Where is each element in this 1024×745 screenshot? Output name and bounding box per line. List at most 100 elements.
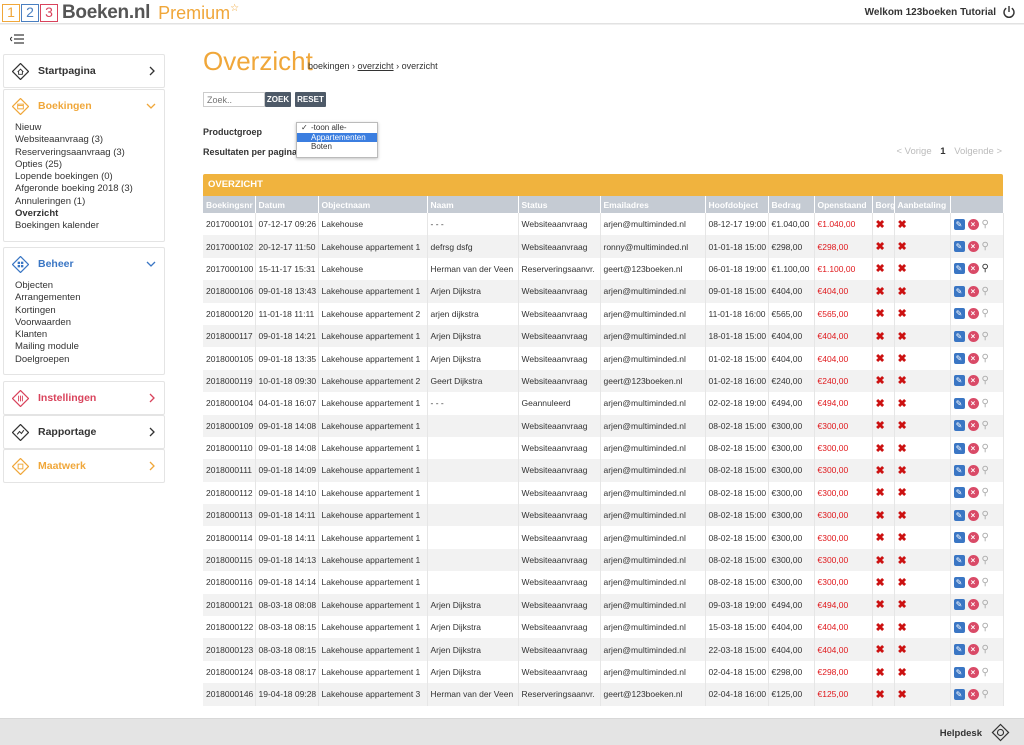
pager-prev[interactable]: < Vorige: [896, 146, 931, 157]
attachment-icon[interactable]: ⚲: [982, 599, 989, 610]
submenu-item-reserveringsaanvraag[interactable]: Reserveringsaanvraag (3): [15, 147, 164, 159]
table-row[interactable]: 2018000109 09-01-18 14:08 Lakehouse appart…: [203, 414, 1004, 437]
submenu-item-objecten[interactable]: Objecten: [15, 280, 164, 292]
edit-icon[interactable]: ✎: [953, 353, 965, 365]
attachment-icon[interactable]: ⚲: [982, 219, 989, 230]
edit-icon[interactable]: ✎: [953, 509, 965, 521]
table-row[interactable]: 2018000112 09-01-18 14:10 Lakehouse appart…: [203, 481, 1004, 505]
sidebar-item-boekingen[interactable]: Boekingen: [4, 90, 164, 122]
column-header[interactable]: Hoofdobject: [705, 196, 769, 213]
table-row[interactable]: 2018000113 09-01-18 14:11 Lakehouse appart…: [203, 504, 1004, 527]
submenu-item-websiteaanvraag[interactable]: Websiteaanvraag (3): [15, 134, 164, 146]
productgroep-dropdown[interactable]: ✓ -toon alle- Appartementen Boten: [296, 122, 378, 158]
column-header[interactable]: Datum: [255, 196, 319, 213]
column-header[interactable]: Aanbetaling: [894, 196, 951, 213]
attachment-icon[interactable]: ⚲: [982, 510, 989, 521]
delete-icon[interactable]: ×: [967, 666, 979, 678]
dropdown-option[interactable]: ✓ -toon alle-: [297, 123, 377, 133]
delete-icon[interactable]: ×: [967, 554, 979, 566]
edit-icon[interactable]: ✎: [953, 599, 965, 611]
edit-icon[interactable]: ✎: [953, 464, 965, 476]
dropdown-option[interactable]: Boten: [297, 142, 377, 152]
submenu-item-arrangementen[interactable]: Arrangementen: [15, 292, 164, 304]
attachment-icon[interactable]: ⚲: [982, 622, 989, 633]
column-header[interactable]: Openstaand: [814, 196, 873, 213]
submenu-item-boekingen-kalender[interactable]: Boekingen kalender: [15, 220, 164, 232]
sidebar-item-beheer[interactable]: Beheer: [4, 248, 164, 280]
delete-icon[interactable]: ×: [967, 308, 979, 320]
table-row[interactable]: 2018000114 09-01-18 14:11 Lakehouse appart…: [203, 526, 1004, 549]
attachment-icon[interactable]: ⚲: [982, 398, 989, 409]
column-header[interactable]: [950, 196, 1004, 213]
delete-icon[interactable]: ×: [967, 688, 979, 700]
delete-icon[interactable]: ×: [967, 218, 979, 230]
edit-icon[interactable]: ✎: [953, 442, 965, 454]
table-row[interactable]: 2018000117 09-01-18 14:21 Lakehouse appart…: [203, 324, 1004, 348]
delete-icon[interactable]: ×: [967, 263, 979, 275]
attachment-icon[interactable]: ⚲: [982, 644, 989, 655]
submenu-item-kortingen[interactable]: Kortingen: [15, 305, 164, 317]
submenu-item-mailing-module[interactable]: Mailing module: [15, 341, 164, 353]
attachment-icon[interactable]: ⚲: [982, 577, 989, 588]
attachment-icon[interactable]: ⚲: [982, 375, 989, 386]
column-header[interactable]: Naam: [427, 196, 519, 213]
delete-icon[interactable]: ×: [967, 285, 979, 297]
column-header[interactable]: Emailadres: [600, 196, 706, 213]
table-row[interactable]: 2018000120 11-01-18 11:11 Lakehouse appart…: [203, 302, 1004, 325]
edit-icon[interactable]: ✎: [953, 532, 965, 544]
delete-icon[interactable]: ×: [967, 464, 979, 476]
search-button[interactable]: ZOEK: [265, 92, 291, 107]
table-row[interactable]: 2018000115 09-01-18 14:13 Lakehouse appart…: [203, 548, 1004, 572]
delete-icon[interactable]: ×: [967, 375, 979, 387]
delete-icon[interactable]: ×: [967, 241, 979, 253]
sidebar-item-instellingen[interactable]: Instellingen: [4, 382, 164, 414]
edit-icon[interactable]: ✎: [953, 487, 965, 499]
attachment-icon[interactable]: ⚲: [982, 353, 989, 364]
submenu-item-opties[interactable]: Opties (25): [15, 159, 164, 171]
column-header[interactable]: Borg: [872, 196, 895, 213]
attachment-icon[interactable]: ⚲: [982, 443, 989, 454]
delete-icon[interactable]: ×: [967, 599, 979, 611]
table-row[interactable]: 2018000105 09-01-18 13:35 Lakehouse appart…: [203, 347, 1004, 370]
search-input[interactable]: [203, 92, 265, 107]
edit-icon[interactable]: ✎: [953, 554, 965, 566]
submenu-item-afgeronde-boeking[interactable]: Afgeronde boeking 2018 (3): [15, 183, 164, 195]
attachment-icon[interactable]: ⚲: [982, 532, 989, 543]
table-row[interactable]: 2018000116 09-01-18 14:14 Lakehouse appart…: [203, 571, 1004, 594]
attachment-icon[interactable]: ⚲: [982, 331, 989, 342]
table-row[interactable]: 2018000111 09-01-18 14:09 Lakehouse appart…: [203, 459, 1004, 482]
reset-button[interactable]: RESET: [295, 92, 326, 107]
table-row[interactable]: 2018000121 08-03-18 08:08 Lakehouse appart…: [203, 593, 1004, 617]
edit-icon[interactable]: ✎: [953, 644, 965, 656]
table-row[interactable]: 2018000122 08-03-18 08:15 Lakehouse appart…: [203, 616, 1004, 639]
edit-icon[interactable]: ✎: [953, 308, 965, 320]
edit-icon[interactable]: ✎: [953, 666, 965, 678]
power-icon[interactable]: [1002, 5, 1016, 19]
pager-next[interactable]: Volgende >: [954, 146, 1002, 157]
attachment-icon[interactable]: ⚲: [982, 263, 989, 274]
sidebar-item-maatwerk[interactable]: Maatwerk: [4, 450, 164, 482]
submenu-item-annuleringen[interactable]: Annuleringen (1): [15, 196, 164, 208]
column-header[interactable]: Bedrag: [768, 196, 815, 213]
attachment-icon[interactable]: ⚲: [982, 465, 989, 476]
attachment-icon[interactable]: ⚲: [982, 308, 989, 319]
edit-icon[interactable]: ✎: [953, 241, 965, 253]
table-row[interactable]: 2018000110 09-01-18 14:08 Lakehouse appart…: [203, 436, 1004, 460]
delete-icon[interactable]: ×: [967, 644, 979, 656]
menu-toggle-icon[interactable]: [10, 33, 24, 45]
edit-icon[interactable]: ✎: [953, 263, 965, 275]
sidebar-item-startpagina[interactable]: Startpagina: [4, 55, 164, 87]
helpdesk-icon[interactable]: [991, 723, 1010, 742]
edit-icon[interactable]: ✎: [953, 688, 965, 700]
table-row[interactable]: 2018000123 08-03-18 08:15 Lakehouse appart…: [203, 638, 1004, 661]
breadcrumb-item[interactable]: boekingen: [308, 61, 350, 71]
delete-icon[interactable]: ×: [967, 621, 979, 633]
delete-icon[interactable]: ×: [967, 420, 979, 432]
edit-icon[interactable]: ✎: [953, 397, 965, 409]
table-row[interactable]: 2017000102 20-12-17 11:50 Lakehouse appart…: [203, 235, 1004, 258]
edit-icon[interactable]: ✎: [953, 330, 965, 342]
attachment-icon[interactable]: ⚲: [982, 555, 989, 566]
delete-icon[interactable]: ×: [967, 532, 979, 544]
edit-icon[interactable]: ✎: [953, 621, 965, 633]
edit-icon[interactable]: ✎: [953, 218, 965, 230]
